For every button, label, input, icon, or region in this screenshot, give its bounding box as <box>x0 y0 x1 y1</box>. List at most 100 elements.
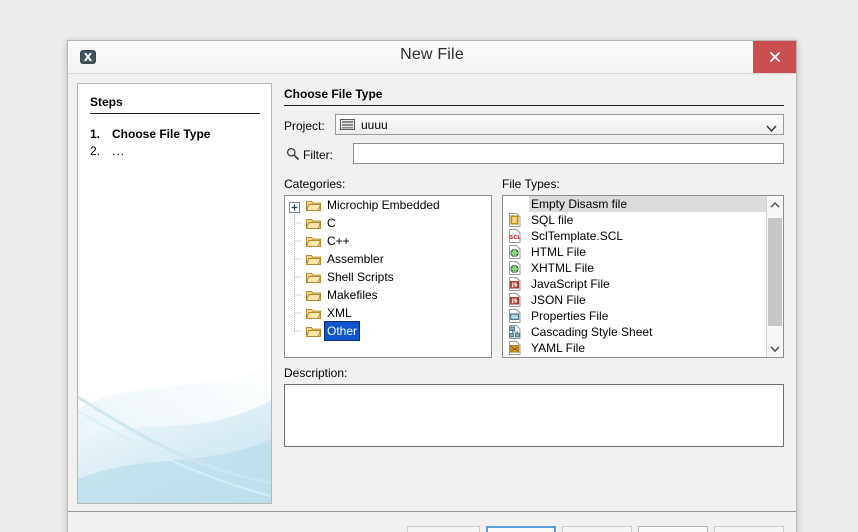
content-divider <box>284 105 784 106</box>
folder-icon <box>305 324 322 338</box>
category-row-shell-scripts[interactable]: Shell Scripts <box>285 268 491 286</box>
steps-heading: Steps <box>90 95 123 109</box>
finish-button[interactable]: Finish <box>562 526 632 532</box>
description-label: Description: <box>284 366 348 380</box>
folder-icon <box>305 216 322 230</box>
file-type-row-cascading-style-sheet[interactable]: Cascading Style Sheet <box>503 324 767 340</box>
category-row-xml[interactable]: XML <box>285 304 491 322</box>
category-row-cpp[interactable]: C++ <box>285 232 491 250</box>
step-label: Choose File Type <box>112 127 211 141</box>
file-type-row-scltemplate-scl[interactable]: SCL SclTemplate.SCL <box>503 228 767 244</box>
scl-file-icon: SCL <box>508 229 522 243</box>
tree-line-icon <box>289 322 305 340</box>
folder-icon <box>305 288 322 302</box>
properties-file-icon <box>508 309 522 323</box>
folder-icon <box>305 234 322 248</box>
category-label: Shell Scripts <box>327 270 394 284</box>
file-type-row-javascript-file[interactable]: JS JavaScript File <box>503 276 767 292</box>
category-label: Makefiles <box>327 288 378 302</box>
tree-line-icon <box>289 214 305 232</box>
tree-line-icon <box>289 268 305 286</box>
steps-panel: Steps 1. Choose File Type 2.... <box>77 83 272 504</box>
back-button[interactable]: < Back <box>407 526 480 532</box>
json-file-icon: JS <box>508 293 522 307</box>
folder-icon <box>305 198 322 212</box>
step-item-1: 1. Choose File Type <box>90 127 210 141</box>
javascript-file-icon: JS <box>508 277 522 291</box>
chevron-down-icon[interactable] <box>766 121 777 133</box>
file-type-row-sql-file[interactable]: SQL file <box>503 212 767 228</box>
new-file-dialog: X New File Steps 1. Choose File Type 2...… <box>67 40 797 532</box>
scroll-up-button[interactable] <box>767 196 783 213</box>
scrollbar-thumb[interactable] <box>768 218 782 326</box>
dialog-titlebar: X New File <box>68 41 796 74</box>
tree-line-icon <box>289 304 305 322</box>
file-type-row-yaml-file[interactable]: YAML File <box>503 340 767 356</box>
file-type-label: JSON File <box>531 293 586 307</box>
dialog-button-bar: < Back Next > Finish Cancel Help <box>68 511 796 532</box>
decorative-wave-graphic <box>78 353 271 503</box>
scroll-down-button[interactable] <box>767 340 783 357</box>
file-type-row-partial[interactable] <box>503 356 767 357</box>
tree-line-icon <box>289 286 305 304</box>
cancel-button[interactable]: Cancel <box>638 526 708 532</box>
file-type-row-json-file[interactable]: JS JSON File <box>503 292 767 308</box>
file-type-row-html-file[interactable]: HTML File <box>503 244 767 260</box>
step-number: 1. <box>90 127 101 141</box>
xhtml-file-icon <box>508 261 522 275</box>
categories-tree[interactable]: Microchip Embedded C C++ Assembler Shell… <box>284 195 492 358</box>
folder-icon <box>305 306 322 320</box>
file-type-label: SQL file <box>531 213 574 227</box>
category-label: Microchip Embedded <box>327 198 440 212</box>
file-type-row-xhtml-file[interactable]: XHTML File <box>503 260 767 276</box>
svg-text:SCL: SCL <box>509 235 521 241</box>
category-label: C <box>327 216 336 230</box>
css-file-icon <box>508 325 522 339</box>
help-button[interactable]: Help <box>714 526 784 532</box>
category-row-assembler[interactable]: Assembler <box>285 250 491 268</box>
category-row-other[interactable]: Other <box>285 321 491 341</box>
file-types-list[interactable]: Empty Disasm file SQL file SCL SclTempla… <box>502 195 784 358</box>
file-type-row-empty-disasm-file[interactable]: Empty Disasm file <box>503 196 767 212</box>
folder-icon <box>305 270 322 284</box>
project-label: Project: <box>284 119 325 133</box>
file-type-label: Cascading Style Sheet <box>531 325 653 339</box>
svg-text:JS: JS <box>511 283 518 289</box>
file-type-label: Properties File <box>531 309 609 323</box>
file-type-label: SclTemplate.SCL <box>531 229 624 243</box>
step-number: 2. <box>90 144 101 158</box>
step-label: ... <box>112 144 126 158</box>
file-types-label: File Types: <box>502 177 560 191</box>
expand-plus-icon[interactable] <box>289 200 300 213</box>
filter-label: Filter: <box>303 148 333 162</box>
html-file-icon <box>508 245 522 259</box>
categories-label: Categories: <box>284 177 346 191</box>
dialog-body: Steps 1. Choose File Type 2.... Choose F… <box>68 74 796 532</box>
file-type-label: YAML File <box>531 341 586 355</box>
screen: X New File Steps 1. Choose File Type 2...… <box>0 0 858 532</box>
yaml-file-icon <box>508 341 522 355</box>
dialog-title: New File <box>400 46 464 63</box>
file-types-scrollbar[interactable] <box>766 196 783 357</box>
project-icon <box>340 118 355 131</box>
file-type-label: HTML File <box>531 245 586 259</box>
file-type-label: JavaScript File <box>531 277 610 291</box>
file-type-row-properties-file[interactable]: Properties File <box>503 308 767 324</box>
content-heading: Choose File Type <box>284 87 383 101</box>
project-combobox[interactable]: uuuu <box>335 114 784 135</box>
category-row-microchip-embedded[interactable]: Microchip Embedded <box>285 196 491 214</box>
search-icon <box>286 147 299 160</box>
svg-text:JS: JS <box>511 299 518 305</box>
filter-input[interactable] <box>353 143 784 164</box>
folder-icon <box>305 252 322 266</box>
tree-line-icon <box>289 250 305 268</box>
next-button[interactable]: Next > <box>486 526 556 532</box>
content-panel: Choose File Type Project: uuuu Filter: C… <box>282 83 787 504</box>
category-label: Assembler <box>327 252 384 266</box>
description-textarea[interactable] <box>284 384 784 447</box>
category-row-c[interactable]: C <box>285 214 491 232</box>
category-row-makefiles[interactable]: Makefiles <box>285 286 491 304</box>
file-type-label: Empty Disasm file <box>529 196 767 212</box>
close-button[interactable] <box>753 41 796 73</box>
step-item-2: 2.... <box>90 144 125 158</box>
